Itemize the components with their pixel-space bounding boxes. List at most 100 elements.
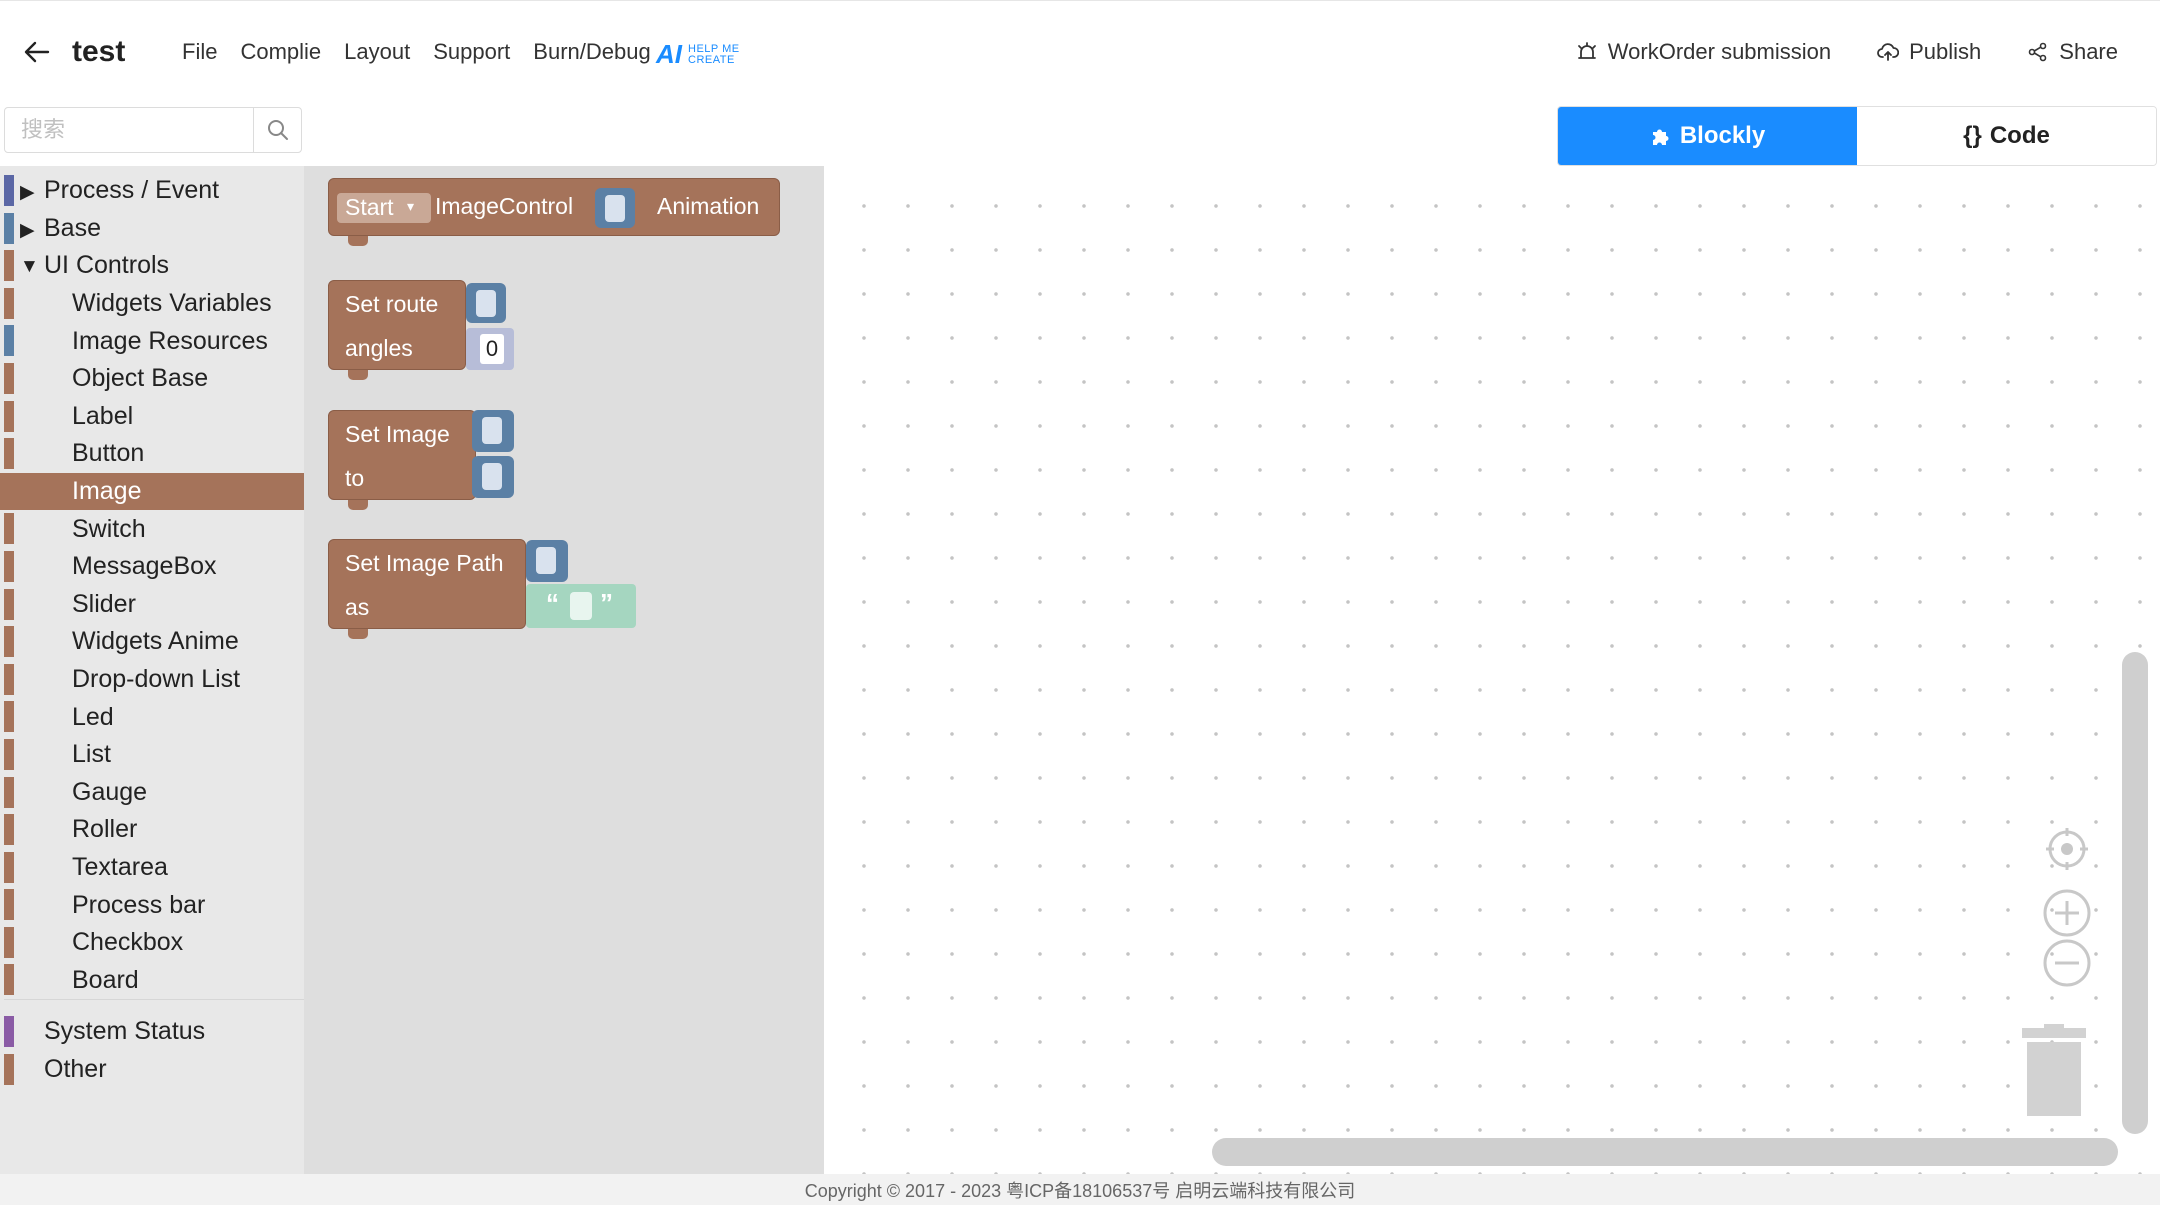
set-route-angles-block[interactable]: Set route angles xyxy=(328,280,466,370)
category-ui-controls[interactable]: ▼ UI Controls xyxy=(0,247,304,285)
image-input-slot[interactable] xyxy=(472,410,514,452)
category-color-bar xyxy=(4,964,14,996)
copyright-text: Copyright © 2017 - 2023 粤ICP备18106537号 启… xyxy=(804,1181,1356,1201)
search-button[interactable] xyxy=(253,108,301,152)
menu-support[interactable]: Support xyxy=(433,39,510,65)
set-image-to-block[interactable]: Set Image to xyxy=(328,410,476,500)
workorder-submission-button[interactable]: WorkOrder submission xyxy=(1576,39,1831,65)
category-led[interactable]: Led xyxy=(0,698,304,736)
category-roller[interactable]: Roller xyxy=(0,811,304,849)
category-list[interactable]: List xyxy=(0,736,304,774)
block-notch xyxy=(348,236,368,246)
category-label: Gauge xyxy=(72,777,148,806)
horizontal-scrollbar[interactable] xyxy=(1212,1138,2118,1166)
vertical-scrollbar[interactable] xyxy=(2122,652,2148,1134)
text-string-slot[interactable]: “ ” xyxy=(526,584,636,628)
category-color-bar xyxy=(4,325,14,357)
variable-input-slot[interactable] xyxy=(595,188,635,228)
category-label: Switch xyxy=(72,514,146,543)
tab-blockly[interactable]: Blockly xyxy=(1558,107,1857,165)
category-color-bar xyxy=(4,814,14,846)
alarm-icon xyxy=(1577,42,1596,59)
cloud-upload-icon xyxy=(1877,43,1900,61)
slot-hole xyxy=(536,547,556,574)
category-label: UI Controls xyxy=(44,251,170,280)
zoom-in-icon[interactable] xyxy=(2042,888,2092,938)
category-button[interactable]: Button xyxy=(0,435,304,473)
image-source-input-slot[interactable] xyxy=(472,456,514,498)
category-color-bar xyxy=(4,663,14,695)
menu-layout[interactable]: Layout xyxy=(344,39,410,65)
category-slider[interactable]: Slider xyxy=(0,586,304,624)
category-widgets-anime[interactable]: Widgets Anime xyxy=(0,623,304,661)
category-label: Process bar xyxy=(72,890,206,919)
block-text: Animation xyxy=(657,193,760,219)
category-label: Widgets Variables xyxy=(72,289,272,318)
category-system-status[interactable]: System Status xyxy=(0,1013,304,1051)
text-field[interactable] xyxy=(570,592,592,620)
category-object-base[interactable]: Object Base xyxy=(0,360,304,398)
category-label: Roller xyxy=(72,815,138,844)
category-board[interactable]: Board xyxy=(0,961,304,999)
category-color-bar xyxy=(4,475,14,507)
blockly-workspace[interactable] xyxy=(824,166,2160,1174)
slot-hole xyxy=(476,290,496,317)
category-label: Base xyxy=(44,213,101,242)
variable-input-slot[interactable] xyxy=(466,283,506,323)
block-flyout: Start ▾ ImageControl Animation Set route… xyxy=(304,166,824,1174)
menu-file[interactable]: File xyxy=(182,39,217,65)
number-input-slot[interactable]: 0 xyxy=(466,328,514,370)
tab-code-label: Code xyxy=(1989,122,2050,149)
tab-blockly-label: Blockly xyxy=(1679,122,1766,149)
category-toolbox: ▶ Process / Event ▶ Base ▼ UI Controls W… xyxy=(0,166,304,1174)
category-color-bar xyxy=(4,438,14,470)
block-text: to xyxy=(345,465,365,491)
category-color-bar xyxy=(4,212,14,244)
angle-value-field[interactable]: 0 xyxy=(480,334,504,364)
zoom-out-icon[interactable] xyxy=(2042,938,2092,988)
share-button[interactable]: Share xyxy=(2027,39,2118,65)
category-textarea[interactable]: Textarea xyxy=(0,849,304,887)
block-search xyxy=(4,107,302,153)
image-input-slot[interactable] xyxy=(526,540,568,582)
footer: Copyright © 2017 - 2023 粤ICP备18106537号 启… xyxy=(0,1174,2160,1205)
category-color-bar xyxy=(4,738,14,770)
share-icon xyxy=(2028,42,2047,62)
category-image[interactable]: Image xyxy=(0,472,304,511)
category-image-resources[interactable]: Image Resources xyxy=(0,322,304,360)
category-checkbox[interactable]: Checkbox xyxy=(0,924,304,962)
category-other[interactable]: Other xyxy=(0,1051,304,1089)
category-color-bar xyxy=(4,889,14,921)
category-dropdown-list[interactable]: Drop-down List xyxy=(0,661,304,699)
start-dropdown[interactable]: Start ▾ xyxy=(337,193,431,223)
category-process-event[interactable]: ▶ Process / Event xyxy=(0,172,304,210)
category-switch[interactable]: Switch xyxy=(0,510,304,548)
category-label: Checkbox xyxy=(72,928,184,957)
image-control-animation-block[interactable]: Start ▾ ImageControl Animation xyxy=(328,178,780,236)
dropdown-arrow-icon: ▾ xyxy=(407,198,415,214)
recenter-icon[interactable] xyxy=(2044,826,2090,872)
back-arrow-icon[interactable] xyxy=(22,37,52,67)
tab-code[interactable]: {} Code xyxy=(1857,107,2156,165)
category-widgets-variables[interactable]: Widgets Variables xyxy=(0,285,304,323)
start-dropdown-value: Start xyxy=(345,194,394,220)
category-label: Object Base xyxy=(72,364,209,393)
category-color-bar xyxy=(4,1016,14,1048)
category-process-bar[interactable]: Process bar xyxy=(0,886,304,924)
trash-icon[interactable] xyxy=(2020,1024,2090,1118)
menu-burn-debug[interactable]: Burn/Debug xyxy=(533,39,650,65)
expand-triangle-icon: ▶ xyxy=(20,219,35,241)
publish-button[interactable]: Publish xyxy=(1877,39,1981,65)
category-gauge[interactable]: Gauge xyxy=(0,774,304,812)
block-notch xyxy=(348,500,368,510)
category-messagebox[interactable]: MessageBox xyxy=(0,548,304,586)
menu-compile[interactable]: Complie xyxy=(240,39,321,65)
category-base[interactable]: ▶ Base xyxy=(0,210,304,248)
block-notch xyxy=(348,629,368,639)
search-input[interactable] xyxy=(5,108,255,152)
category-label[interactable]: Label xyxy=(0,398,304,436)
set-image-path-block[interactable]: Set Image Path as xyxy=(328,539,526,629)
category-label: Image Resources xyxy=(72,326,268,355)
ai-mark: AI xyxy=(656,39,682,69)
ai-help-me-create-button[interactable]: AI HELP ME CREATE xyxy=(656,39,740,70)
